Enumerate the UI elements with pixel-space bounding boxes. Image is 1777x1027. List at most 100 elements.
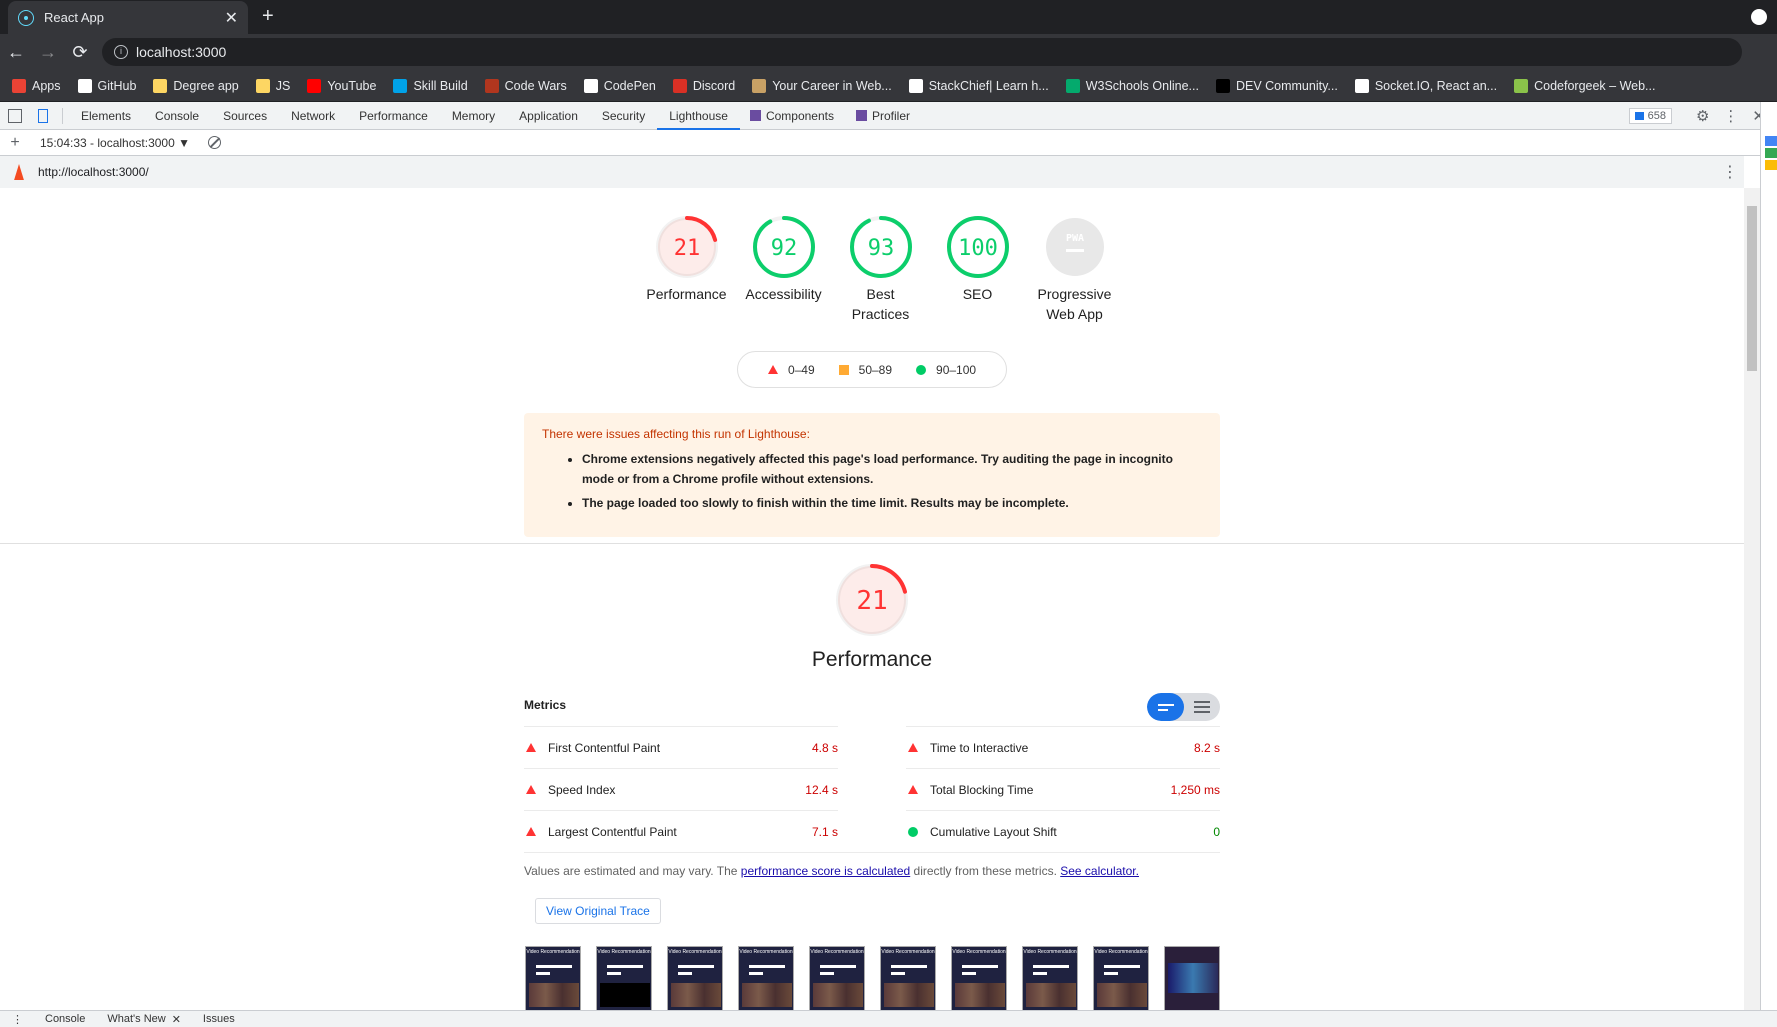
- drawer-tab-console[interactable]: Console: [45, 1013, 85, 1025]
- bookmark-item[interactable]: Your Career in Web...: [752, 78, 892, 93]
- page-color-mark: [1765, 148, 1777, 158]
- filmstrip-frame[interactable]: Video Recommendation: [951, 946, 1007, 1010]
- filmstrip-frame[interactable]: Video Recommendation: [1022, 946, 1078, 1010]
- bookmark-item[interactable]: DEV Community...: [1215, 78, 1338, 93]
- filmstrip-frame[interactable]: Video Recommendation: [880, 946, 936, 1010]
- devtools-tab-elements[interactable]: Elements: [69, 102, 143, 130]
- inspect-element-icon[interactable]: [8, 108, 22, 123]
- more-options-icon[interactable]: ⋮: [1723, 107, 1738, 125]
- devtools-tab-security[interactable]: Security: [590, 102, 657, 130]
- devtools-tab-sources[interactable]: Sources: [211, 102, 279, 130]
- filmstrip-frame[interactable]: Video Recommendation: [809, 946, 865, 1010]
- frame-bar: [678, 972, 692, 975]
- filmstrip-frame[interactable]: Video Recommendation: [667, 946, 723, 1010]
- device-toolbar-icon[interactable]: [38, 108, 48, 123]
- site-info-icon[interactable]: i: [114, 45, 128, 59]
- drawer-tab-whats-new[interactable]: What's New: [107, 1013, 165, 1025]
- category-gauge-progressive-web-app[interactable]: PWA Progressive Web App: [1026, 214, 1123, 324]
- bookmark-item[interactable]: W3Schools Online...: [1065, 78, 1199, 93]
- drawer-tab-close-icon[interactable]: ✕: [172, 1013, 181, 1026]
- bookmark-label: StackChief| Learn h...: [928, 78, 1049, 93]
- discord-icon: [672, 78, 687, 93]
- devtools-tab-profiler[interactable]: Profiler: [846, 102, 922, 130]
- bookmark-item[interactable]: CodePen: [583, 78, 656, 93]
- report-selector[interactable]: 15:04:33 - localhost:3000 ▼: [40, 136, 190, 150]
- performance-gauge: 21: [834, 562, 910, 643]
- skillbuild-icon: [393, 78, 408, 93]
- devtools-tab-network[interactable]: Network: [279, 102, 347, 130]
- filmstrip-frame[interactable]: Video Recommendation: [596, 946, 652, 1010]
- triangle-fail-icon: [526, 785, 536, 794]
- metric-name: Time to Interactive: [930, 740, 1029, 755]
- bookmark-label: YouTube: [327, 78, 377, 93]
- bookmark-item[interactable]: YouTube: [307, 78, 377, 93]
- devtools-tab-performance[interactable]: Performance: [347, 102, 440, 130]
- drawer-tab-issues[interactable]: Issues: [203, 1013, 235, 1025]
- filmstrip-frame[interactable]: Video Recommendation: [1093, 946, 1149, 1010]
- bookmark-item[interactable]: GitHub: [77, 78, 136, 93]
- address-bar[interactable]: i localhost:3000: [102, 38, 1742, 66]
- bookmark-item[interactable]: Skill Build: [393, 78, 468, 93]
- frame-title: Video Recommendation: [597, 949, 651, 955]
- devtools-tab-components[interactable]: Components: [740, 102, 846, 130]
- see-calculator-link[interactable]: See calculator.: [1060, 864, 1139, 878]
- expanded-view-toggle[interactable]: [1184, 693, 1220, 721]
- category-gauge-performance[interactable]: 21 Performance: [638, 214, 735, 324]
- devtools-tab-application[interactable]: Application: [507, 102, 590, 130]
- frame-title: Video Recommendation: [952, 949, 1006, 955]
- devtools-drawer: ⋮ Console What's New ✕ Issues: [0, 1010, 1777, 1027]
- bookmark-item[interactable]: JS: [255, 78, 290, 93]
- metrics-grid: First Contentful Paint 4.8 s Time to Inter…: [524, 726, 1220, 852]
- category-gauge-seo[interactable]: 100 SEO: [929, 214, 1026, 324]
- frame-title: Video Recommendation: [810, 949, 864, 955]
- issues-badge[interactable]: 658: [1628, 107, 1672, 124]
- drawer-menu-icon[interactable]: ⋮: [12, 1013, 23, 1026]
- new-tab-button[interactable]: +: [262, 5, 274, 28]
- warning-title: There were issues affecting this run of …: [542, 427, 810, 441]
- category-gauge-accessibility[interactable]: 92 Accessibility: [735, 214, 832, 324]
- bookmark-item[interactable]: Codeforgeek – Web...: [1514, 78, 1655, 93]
- clear-reports-icon[interactable]: [207, 136, 221, 149]
- metric-value: 0: [1213, 824, 1220, 839]
- apps-icon: [12, 78, 26, 93]
- tab-close-icon[interactable]: ✕: [225, 8, 238, 28]
- filmstrip-frame[interactable]: Video Recommendation: [738, 946, 794, 1010]
- filmstrip-frame[interactable]: [1164, 946, 1220, 1010]
- frame-bar: [962, 972, 976, 975]
- compact-view-toggle[interactable]: [1147, 693, 1184, 721]
- devtools-tab-console[interactable]: Console: [143, 102, 211, 130]
- address-url[interactable]: localhost:3000: [136, 44, 226, 60]
- folder-icon: [153, 78, 168, 93]
- bookmark-item[interactable]: StackChief| Learn h...: [908, 78, 1049, 93]
- forward-button[interactable]: →: [32, 42, 64, 63]
- bookmark-item[interactable]: Apps: [12, 78, 61, 93]
- frame-bar: [891, 965, 927, 968]
- metrics-view-toggle[interactable]: [1147, 693, 1220, 721]
- settings-gear-icon[interactable]: ⚙: [1696, 107, 1709, 125]
- browser-tab-strip: React App ✕ +: [0, 0, 1777, 34]
- metric-row: Cumulative Layout Shift 0: [906, 810, 1220, 852]
- score-calculated-link[interactable]: performance score is calculated: [741, 864, 910, 878]
- bookmark-label: Degree app: [173, 78, 239, 93]
- frame-thumbnail: [742, 983, 792, 1007]
- reload-button[interactable]: ⟳: [64, 42, 96, 63]
- bookmark-item[interactable]: Degree app: [153, 78, 239, 93]
- category-gauge-best-practices[interactable]: 93 Best Practices: [832, 214, 929, 324]
- filmstrip-frame[interactable]: Video Recommendation: [525, 946, 581, 1010]
- view-original-trace-button[interactable]: View Original Trace: [535, 898, 661, 924]
- back-button[interactable]: ←: [0, 42, 32, 63]
- devtools-tab-lighthouse[interactable]: Lighthouse: [657, 102, 740, 130]
- bookmark-item[interactable]: Socket.IO, React an...: [1354, 78, 1497, 93]
- bookmark-item[interactable]: Discord: [672, 78, 736, 93]
- bookmark-label: Discord: [692, 78, 736, 93]
- dev-icon: [1215, 78, 1230, 93]
- bookmark-item[interactable]: Code Wars: [484, 78, 567, 93]
- scrollbar-thumb[interactable]: [1747, 206, 1757, 371]
- tab-search-icon[interactable]: [1751, 9, 1767, 25]
- tab-title: React App: [44, 10, 104, 25]
- devtools-tab-memory[interactable]: Memory: [440, 102, 507, 130]
- browser-tab[interactable]: React App ✕: [8, 1, 248, 34]
- report-menu-icon[interactable]: ⋮: [1722, 162, 1738, 182]
- frame-bar: [1104, 972, 1118, 975]
- new-report-button[interactable]: +: [0, 134, 30, 152]
